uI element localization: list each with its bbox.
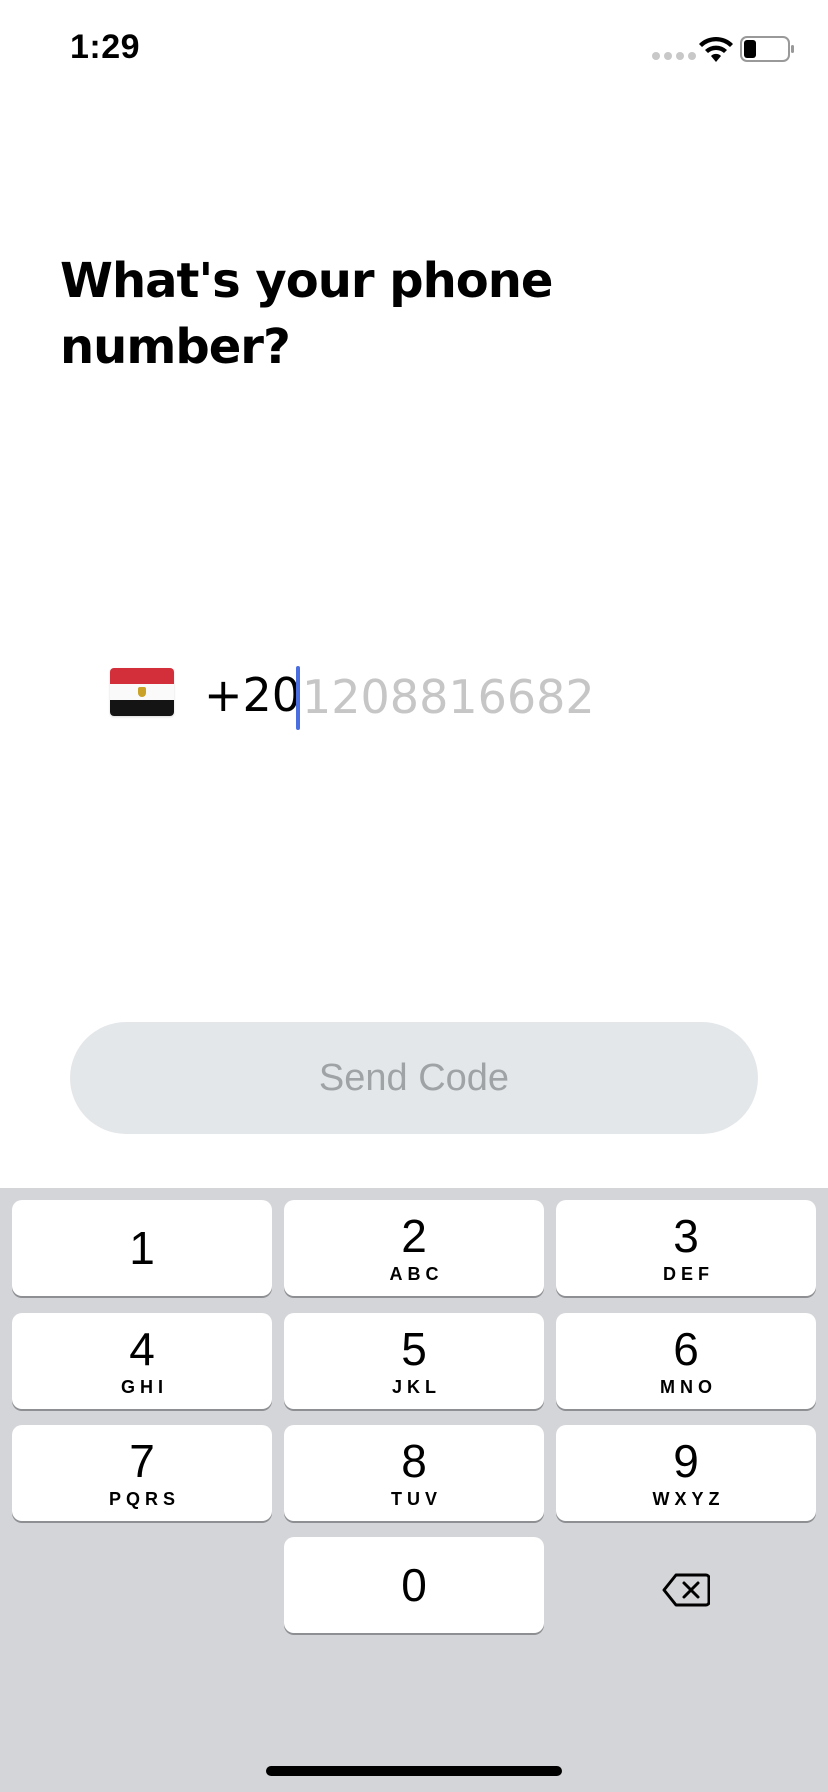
backspace-icon xyxy=(662,1573,710,1607)
key-9[interactable]: 9 WXYZ xyxy=(556,1425,816,1521)
key-1[interactable]: 1 xyxy=(12,1200,272,1296)
page-title-line-1: What's your phone xyxy=(60,253,553,309)
battery-icon xyxy=(740,36,794,62)
key-3[interactable]: 3 DEF xyxy=(556,1200,816,1296)
phone-number-input[interactable] xyxy=(302,662,722,732)
key-5[interactable]: 5 JKL xyxy=(284,1313,544,1409)
numeric-keypad: 1 2 ABC 3 DEF 4 GHI 5 JKL 6 MNO 7 PQRS 8… xyxy=(0,1188,828,1792)
page-title: What's your phone number? xyxy=(60,248,680,380)
key-2[interactable]: 2 ABC xyxy=(284,1200,544,1296)
key-7[interactable]: 7 PQRS xyxy=(12,1425,272,1521)
key-0[interactable]: 0 xyxy=(284,1537,544,1633)
status-time: 1:29 xyxy=(70,28,141,66)
delete-key[interactable] xyxy=(556,1542,816,1638)
egypt-flag-icon[interactable] xyxy=(110,668,174,716)
home-indicator[interactable] xyxy=(266,1766,562,1776)
text-cursor xyxy=(296,666,300,730)
country-code[interactable]: +20 xyxy=(204,668,301,722)
wifi-icon xyxy=(699,36,733,62)
cellular-signal-icon xyxy=(652,52,696,60)
key-8[interactable]: 8 TUV xyxy=(284,1425,544,1521)
send-code-button[interactable]: Send Code xyxy=(70,1022,758,1134)
page-title-line-2: number? xyxy=(60,319,291,375)
phone-number-row: +20 xyxy=(110,660,750,740)
status-bar: 1:29 xyxy=(0,0,828,96)
key-4[interactable]: 4 GHI xyxy=(12,1313,272,1409)
key-6[interactable]: 6 MNO xyxy=(556,1313,816,1409)
